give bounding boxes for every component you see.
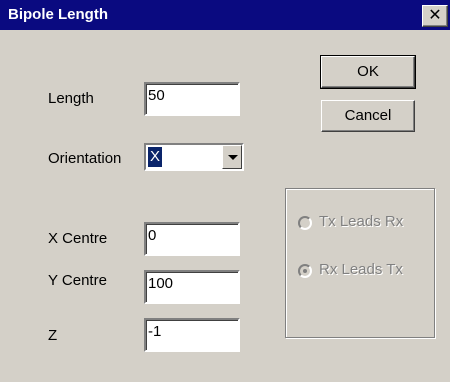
x-centre-input[interactable]: 0 [144, 222, 240, 256]
ok-button[interactable]: OK [320, 55, 416, 89]
close-icon: ✕ [428, 7, 442, 24]
title-bar: Bipole Length ✕ [0, 0, 450, 30]
cancel-button[interactable]: Cancel [321, 100, 415, 132]
x-centre-label: X Centre [48, 230, 108, 247]
dialog-body: Length 50 Orientation X X Centre 0 Y Cen… [0, 30, 450, 382]
rx-leads-tx-label: Rx Leads Tx [319, 261, 403, 278]
orientation-selected-value: X [148, 147, 163, 167]
window-title: Bipole Length [8, 6, 108, 23]
length-input[interactable]: 50 [144, 82, 240, 116]
y-centre-input[interactable]: 100 [144, 270, 240, 304]
length-label: Length [48, 90, 94, 107]
orientation-label: Orientation [48, 150, 122, 167]
z-input[interactable]: -1 [144, 318, 240, 352]
tx-leads-rx-radio[interactable] [298, 216, 312, 230]
close-button[interactable]: ✕ [422, 5, 448, 27]
chevron-down-icon[interactable] [222, 145, 242, 169]
tx-leads-rx-label: Tx Leads Rx [319, 213, 404, 230]
z-label: Z [48, 327, 58, 344]
y-centre-label: Y Centre [48, 272, 107, 289]
orientation-select[interactable]: X [144, 143, 244, 171]
rx-leads-tx-radio[interactable] [298, 264, 312, 278]
